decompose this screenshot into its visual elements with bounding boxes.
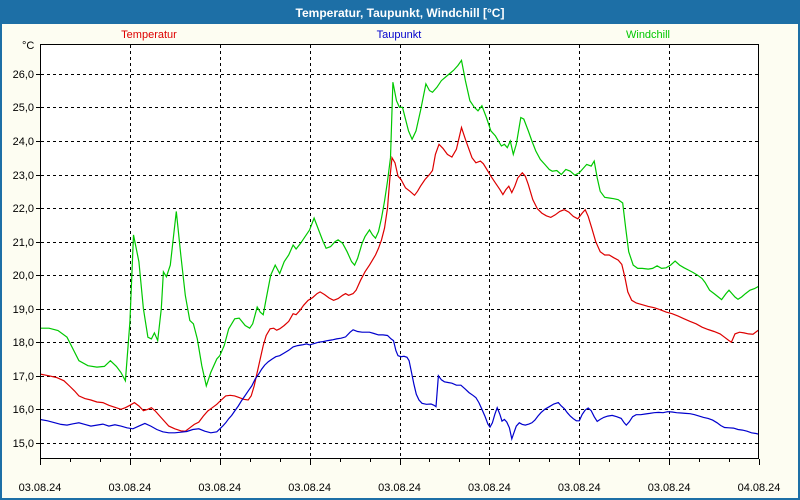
chart-window: Temperatur, Taupunkt, Windchill [°C] Tem… bbox=[0, 0, 800, 500]
plot-area bbox=[36, 44, 760, 465]
legend-item-taupunkt: Taupunkt bbox=[376, 29, 422, 41]
y-tick-label: 23,0 bbox=[12, 169, 34, 182]
window-title: Temperatur, Taupunkt, Windchill [°C] bbox=[2, 2, 798, 24]
y-tick-label: 15,0 bbox=[12, 437, 34, 450]
y-tick-label: 16,0 bbox=[12, 403, 34, 416]
x-tick-date-label: 03.08.24 bbox=[467, 482, 511, 494]
x-tick-date-label: 03.08.24 bbox=[18, 482, 62, 494]
y-tick-label: 18,0 bbox=[12, 336, 34, 349]
x-tick-date-label: 03.08.24 bbox=[378, 482, 421, 494]
x-tick-date-label: 03.08.24 bbox=[557, 482, 601, 494]
x-tick-date-label: 03.08.24 bbox=[288, 482, 332, 494]
x-tick-date-label: 04.08.24 bbox=[737, 482, 781, 494]
x-tick-date-label: 03.08.24 bbox=[647, 482, 691, 494]
y-tick-label: 19,0 bbox=[12, 303, 34, 316]
y-tick-label: 21,0 bbox=[12, 236, 34, 249]
x-tick-date-label: 03.08.24 bbox=[108, 482, 152, 494]
y-tick-label: 25,0 bbox=[12, 101, 34, 114]
legend-item-windchill: Windchill bbox=[625, 29, 671, 41]
chart-svg bbox=[36, 44, 760, 465]
legend-item-temperatur: Temperatur bbox=[121, 29, 177, 41]
y-tick-label: 26,0 bbox=[12, 68, 34, 81]
y-axis-unit-label: °C bbox=[22, 40, 35, 52]
y-tick-label: 20,0 bbox=[12, 269, 34, 282]
x-tick-date-label: 03.08.24 bbox=[198, 482, 242, 494]
y-tick-label: 24,0 bbox=[12, 135, 34, 148]
y-tick-label: 17,0 bbox=[12, 370, 34, 383]
y-tick-label: 22,0 bbox=[12, 202, 34, 215]
